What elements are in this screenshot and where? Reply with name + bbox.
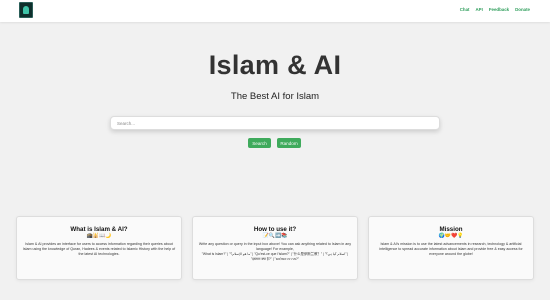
page-subtitle: The Best AI for Islam bbox=[230, 91, 320, 102]
search-input[interactable] bbox=[110, 116, 440, 130]
page-title: Islam & AI bbox=[208, 50, 342, 80]
card-mission: Mission 🌍🤝❤️💡 Islam & AI's mission is to… bbox=[368, 216, 534, 280]
nav-link-feedback[interactable]: Feedback bbox=[489, 7, 509, 12]
nav-link-chat[interactable]: Chat bbox=[460, 7, 470, 12]
random-button[interactable]: Random bbox=[277, 138, 301, 148]
card-title: How to use it? bbox=[253, 226, 297, 233]
card-emoji-icons: 🌍🤝❤️💡 bbox=[438, 233, 464, 239]
card-title: Mission bbox=[439, 226, 463, 233]
card-body: Write any question or query in the input… bbox=[198, 242, 352, 251]
card-body: Islam & AI provides an interface for use… bbox=[22, 242, 176, 256]
card-what-is: What is Islam & AI? 🕋🕌📖🌙 Islam & AI prov… bbox=[16, 216, 182, 280]
card-how-to-use: How to use it? 📝🔍➡️📚 Write any question … bbox=[192, 216, 358, 280]
card-emoji-icons: 🕋🕌📖🌙 bbox=[86, 233, 112, 239]
card-title: What is Islam & AI? bbox=[70, 226, 128, 233]
card-emoji-icons: 📝🔍➡️📚 bbox=[262, 233, 288, 239]
site-logo[interactable] bbox=[19, 2, 33, 18]
card-body: Islam & AI's mission is to use the lates… bbox=[379, 242, 523, 256]
top-navbar: Chat API Feedback Donate bbox=[0, 0, 550, 22]
nav-link-api[interactable]: API bbox=[476, 7, 483, 12]
nav-link-donate[interactable]: Donate bbox=[515, 7, 530, 12]
nav-links: Chat API Feedback Donate bbox=[460, 7, 530, 12]
search-button[interactable]: Search bbox=[248, 138, 271, 148]
card-examples: "What is Islam?" | "ما هو الإسلام؟" | "Q… bbox=[201, 252, 349, 261]
logo-icon bbox=[23, 6, 29, 14]
